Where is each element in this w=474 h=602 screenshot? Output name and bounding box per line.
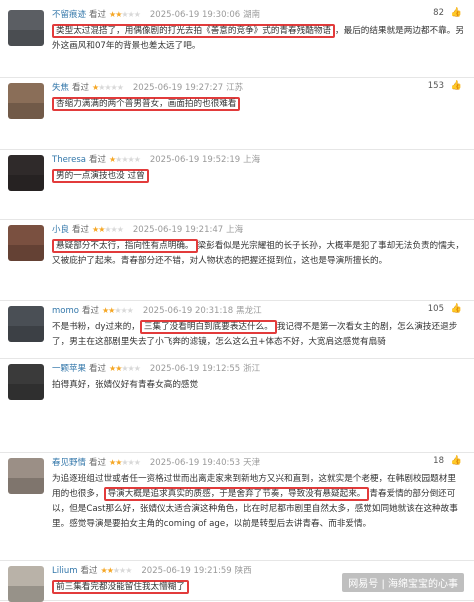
thumb-up-icon[interactable]: 👍	[451, 81, 462, 91]
highlighted-phrase: 导演大概是追求真实的质感，于是舍弃了节奏，导致没有悬疑起来。	[103, 487, 370, 501]
watched-label: 看过	[80, 566, 98, 576]
review-text-pre: 不是书粉，dy过来的，	[52, 322, 140, 332]
review-meta: 春见野情 看过 ★★★★★ 2025-06-19 19:40:53 天津 18 👍	[52, 456, 466, 470]
rating-stars: ★★★★★	[100, 566, 133, 575]
review-location: 江苏	[226, 83, 244, 93]
highlighted-phrase: 前三集看完都没能留住我太懵糊了	[52, 580, 189, 594]
rating-stars: ★★★★★	[109, 155, 141, 164]
watched-label: 看过	[81, 306, 99, 316]
like-count: 153	[427, 81, 444, 91]
review-text: 男的一点演技也没 过曾	[52, 169, 464, 184]
avatar[interactable]	[8, 83, 44, 119]
review-item: 一颗苹果 看过 ★★★★★ 2025-06-19 19:12:55 浙江拍得真好，张婧仪…	[0, 358, 474, 453]
watched-label: 看过	[72, 83, 90, 93]
watermark: 网易号 | 海绵宝宝的心事	[342, 573, 464, 592]
review-meta: momo 看过 ★★★★★ 2025-06-19 20:31:18 黑龙江 105 👍	[52, 304, 466, 318]
username-link[interactable]: Lilium	[52, 566, 78, 576]
watched-label: 看过	[89, 458, 107, 468]
username-link[interactable]: 失焦	[52, 83, 69, 93]
review-item: 失焦 看过 ★★★★★ 2025-06-19 19:27:27 江苏 153 👍 杏缩力满满的…	[0, 77, 474, 150]
like-count: 18	[433, 456, 444, 466]
like-count: 105	[427, 304, 444, 314]
review-location: 湖南	[243, 10, 261, 20]
review-text-pre: 拍得真好，张婧仪好有青春女高的感觉	[52, 380, 199, 390]
username-link[interactable]: 春见野情	[52, 458, 86, 468]
watched-label: 看过	[89, 10, 107, 20]
review-meta: 小良 看过 ★★★★★ 2025-06-19 19:21:47 上海	[52, 223, 466, 237]
review-date: 2025-06-19 19:52:19	[149, 155, 241, 165]
watched-label: 看过	[88, 155, 106, 165]
avatar[interactable]	[8, 458, 44, 494]
review-location: 天津	[243, 458, 261, 468]
review-date: 2025-06-19 19:30:06	[149, 10, 241, 20]
review-date: 2025-06-19 19:21:59	[141, 566, 232, 576]
avatar[interactable]	[8, 225, 44, 261]
username-link[interactable]: 小良	[52, 225, 69, 235]
rating-stars: ★★★★★	[101, 306, 134, 315]
review-date: 2025-06-19 19:12:55	[149, 364, 241, 374]
review-meta: 不留痕迹 看过 ★★★★★ 2025-06-19 19:30:06 湖南 82 👍	[52, 8, 466, 22]
review-meta: 失焦 看过 ★★★★★ 2025-06-19 19:27:27 江苏 153 👍	[52, 81, 466, 95]
review-location: 上海	[243, 155, 261, 165]
review-text: 拍得真好，张婧仪好有青春女高的感觉	[52, 378, 464, 393]
highlighted-phrase: 类型太过混搭了，用偶像剧的打光去拍《善意的竞争》式的青春残酷物语	[52, 24, 336, 38]
review-text: 悬疑部分不太行，指向性有点明确。 梁彭看似是光宗耀祖的长子长孙，大概率是犯了事却无…	[52, 239, 464, 269]
review-location: 浙江	[243, 364, 261, 374]
highlighted-phrase: 杏缩力满满的两个普男普女，画面拍的也很难看	[52, 97, 241, 111]
review-item: 不留痕迹 看过 ★★★★★ 2025-06-19 19:30:06 湖南 82 👍 类型太过混…	[0, 4, 474, 78]
avatar[interactable]	[8, 306, 44, 342]
highlighted-phrase: 男的一点演技也没 过曾	[52, 169, 149, 183]
avatar[interactable]	[8, 364, 44, 400]
like-count: 82	[433, 8, 444, 18]
rating-stars: ★★★★★	[109, 364, 141, 373]
review-text: 杏缩力满满的两个普男普女，画面拍的也很难看	[52, 97, 464, 112]
avatar[interactable]	[8, 155, 44, 191]
rating-stars: ★★★★★	[109, 458, 141, 467]
username-link[interactable]: 一颗苹果	[52, 364, 86, 374]
review-date: 2025-06-19 19:27:27	[132, 83, 224, 93]
avatar[interactable]	[8, 10, 44, 46]
review-date: 2025-06-19 20:31:18	[142, 306, 234, 316]
review-text: 类型太过混搭了，用偶像剧的打光去拍《善意的竞争》式的青春残酷物语 ，最后的结果就是…	[52, 24, 464, 54]
rating-stars: ★★★★★	[92, 225, 124, 234]
thumb-up-icon[interactable]: 👍	[451, 456, 462, 466]
avatar[interactable]	[8, 566, 44, 602]
review-item: 小良 看过 ★★★★★ 2025-06-19 19:21:47 上海悬疑部分不太行，指向…	[0, 219, 474, 301]
rating-stars: ★★★★★	[92, 83, 124, 92]
review-item: 春见野情 看过 ★★★★★ 2025-06-19 19:40:53 天津 18 👍 为追逐班组…	[0, 452, 474, 561]
username-link[interactable]: Theresa	[52, 155, 86, 165]
review-date: 2025-06-19 19:40:53	[149, 458, 241, 468]
review-location: 上海	[226, 225, 244, 235]
thumb-up-icon[interactable]: 👍	[451, 8, 462, 18]
review-meta: 一颗苹果 看过 ★★★★★ 2025-06-19 19:12:55 浙江	[52, 362, 466, 376]
review-text: 为追逐班组过世或者任一资格过世而出离走家来到新地方又兴和直到，这就实是个老梗，在…	[52, 472, 464, 532]
review-item: momo 看过 ★★★★★ 2025-06-19 20:31:18 黑龙江 105 👍 不是书…	[0, 300, 474, 359]
review-item: Theresa 看过 ★★★★★ 2025-06-19 19:52:19 上海男的一点演…	[0, 149, 474, 220]
username-link[interactable]: 不留痕迹	[52, 10, 86, 20]
watched-label: 看过	[72, 225, 90, 235]
highlighted-phrase: 悬疑部分不太行，指向性有点明确。	[52, 239, 198, 253]
thumb-up-icon[interactable]: 👍	[451, 304, 462, 314]
review-date: 2025-06-19 19:21:47	[132, 225, 224, 235]
review-location: 黑龙江	[236, 306, 262, 316]
username-link[interactable]: momo	[52, 306, 79, 316]
review-meta: Theresa 看过 ★★★★★ 2025-06-19 19:52:19 上海	[52, 153, 466, 167]
watched-label: 看过	[89, 364, 107, 374]
highlighted-phrase: 三集了没看明白到底要表达什么。	[139, 320, 277, 334]
review-text: 不是书粉，dy过来的， 三集了没看明白到底要表达什么。 我记得不是第一次看女主的剧，…	[52, 320, 464, 350]
review-location: 陕西	[234, 566, 252, 576]
rating-stars: ★★★★★	[109, 10, 141, 19]
